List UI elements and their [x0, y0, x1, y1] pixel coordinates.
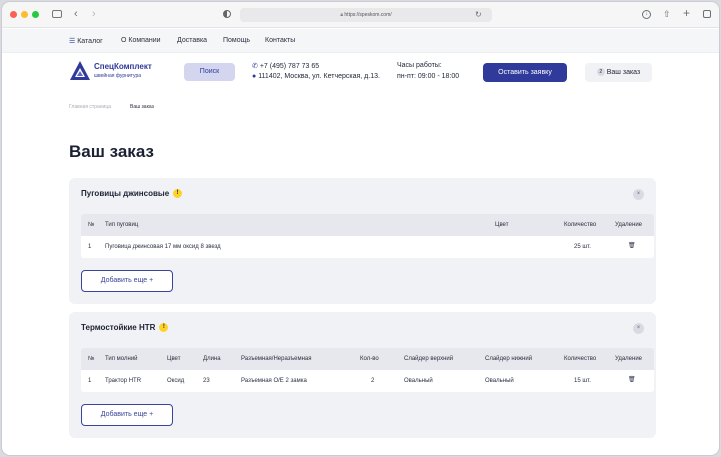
logo[interactable]: СпецКомплект швейная фурнитура: [69, 60, 159, 84]
logo-name: СпецКомплект: [94, 62, 152, 71]
nav-about[interactable]: О Компании: [121, 37, 161, 44]
address-bar[interactable]: 🔒︎ https://speskom.com/: [240, 8, 492, 22]
warning-icon: !: [173, 189, 183, 199]
close-icon[interactable]: ×: [633, 189, 644, 200]
table-row: 1 Трактор HTR Оксид 23 Разъемная О/Е 2 з…: [81, 370, 654, 392]
trash-icon[interactable]: 🗑: [628, 242, 636, 249]
new-tab-icon[interactable]: +: [683, 7, 690, 19]
minimize-window-icon[interactable]: [21, 11, 28, 18]
browser-toolbar: ‹ › 🔒︎ https://speskom.com/ ↻ ↓ ⇧ +: [2, 2, 719, 28]
nav-catalog[interactable]: ☰ Каталог: [69, 37, 103, 45]
browser-window: ‹ › 🔒︎ https://speskom.com/ ↻ ↓ ⇧ + ☰ Ка…: [1, 1, 720, 456]
card-title: Термостойкие HTR!: [81, 323, 169, 333]
add-more-button[interactable]: Добавить еще +: [81, 404, 173, 426]
menu-icon: ☰: [69, 38, 78, 45]
nav-delivery[interactable]: Доставка: [177, 37, 207, 44]
breadcrumb-home[interactable]: Главная страница: [69, 104, 111, 110]
privacy-icon[interactable]: [223, 10, 231, 18]
breadcrumb-current: Ваш заказ: [130, 104, 154, 110]
nav-help[interactable]: Помощь: [223, 37, 250, 44]
top-navigation: ☰ Каталог О Компании Доставка Помощь Кон…: [2, 29, 719, 53]
back-icon[interactable]: ‹: [74, 9, 78, 20]
lock-icon: 🔒︎: [340, 12, 344, 18]
phone-link[interactable]: ✆ +7 (495) 787 73 65: [252, 62, 319, 70]
logo-subtitle: швейная фурнитура: [94, 73, 142, 79]
trash-icon[interactable]: 🗑: [628, 376, 636, 383]
table-header: № Тип пуговиц Цвет Количество Удаление: [81, 214, 654, 236]
hours-value: пн-пт: 09:00 - 18:00: [397, 73, 460, 80]
cart-label: Ваш заказ: [606, 69, 641, 76]
sidebar-icon[interactable]: [52, 10, 62, 18]
site-header: СпецКомплект швейная фурнитура Поиск ✆ +…: [2, 54, 719, 94]
location-icon: ●: [252, 73, 257, 80]
forward-icon[interactable]: ›: [92, 9, 96, 20]
hours-title: Часы работы:: [397, 62, 442, 69]
url-text: https://speskom.com/: [344, 12, 392, 18]
cart-button[interactable]: 2 Ваш заказ: [585, 63, 652, 82]
close-icon[interactable]: ×: [633, 323, 644, 334]
address: ● 111402, Москва, ул. Кетчерская, д.13.: [252, 73, 380, 80]
order-card-buttons: Пуговицы джинсовые! × № Тип пуговиц Цвет…: [69, 178, 656, 304]
nav-contacts[interactable]: Контакты: [265, 37, 295, 44]
cart-count-badge: 2: [596, 68, 605, 77]
tabs-overview-icon[interactable]: [703, 10, 711, 18]
logo-icon: [70, 61, 90, 80]
page-title: Ваш заказ: [69, 142, 154, 161]
search-button[interactable]: Поиск: [184, 63, 235, 81]
download-icon[interactable]: ↓: [642, 10, 651, 19]
phone-icon: ✆: [252, 63, 258, 70]
warning-icon: !: [159, 323, 169, 333]
close-window-icon[interactable]: [10, 11, 17, 18]
add-more-button[interactable]: Добавить еще +: [81, 270, 173, 292]
leave-request-button[interactable]: Оставить заявку: [483, 63, 567, 82]
maximize-window-icon[interactable]: [32, 11, 39, 18]
table-row: 1 Пуговица джинсовая 17 мм оксид 8 звезд…: [81, 236, 654, 258]
share-icon[interactable]: ⇧: [663, 9, 671, 19]
table-header: № Тип молний Цвет Длина Разъемная/Неразъ…: [81, 348, 654, 370]
card-title: Пуговицы джинсовые!: [81, 189, 183, 199]
order-card-zippers: Термостойкие HTR! × № Тип молний Цвет Дл…: [69, 312, 656, 438]
reload-icon[interactable]: ↻: [475, 10, 482, 20]
